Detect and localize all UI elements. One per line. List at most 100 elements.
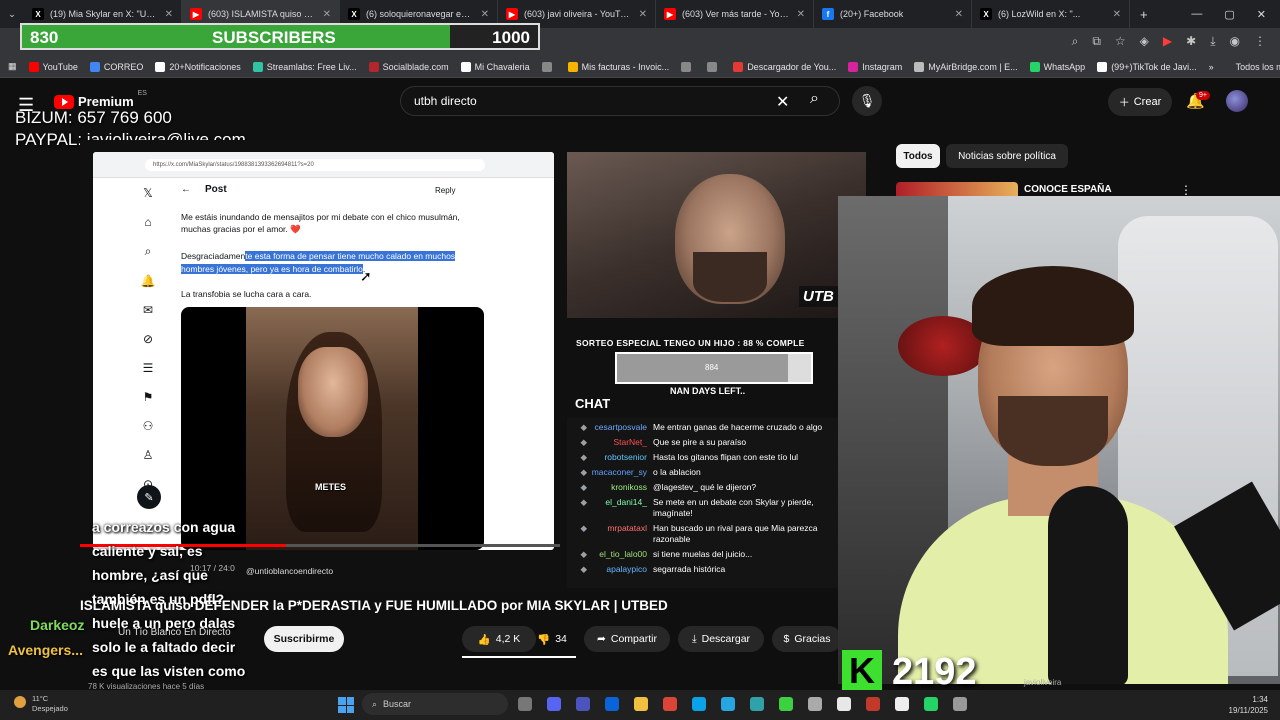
puzzle-icon[interactable]: ✱ <box>1186 34 1196 49</box>
x-icon: X <box>980 8 992 20</box>
like-button[interactable]: 👍 4,2 K <box>462 626 536 652</box>
bookmark-item[interactable] <box>541 61 556 72</box>
download-button[interactable]: ⤓ Descargar <box>678 626 764 652</box>
close-tab-icon[interactable]: ✕ <box>1113 9 1121 20</box>
discord-icon[interactable] <box>547 697 561 711</box>
channel-name[interactable]: Un Tío Blanco En Directo <box>118 627 231 638</box>
bookmarks-overflow[interactable]: » <box>1209 62 1224 72</box>
all-bookmarks[interactable]: Todos los marcadores <box>1236 62 1280 72</box>
telegram-icon[interactable] <box>721 697 735 711</box>
browser-tab[interactable]: X (6) LozWild en X: "... ✕ <box>972 0 1130 28</box>
search-input-value[interactable]: utbh directo <box>414 94 477 108</box>
bookmark-item[interactable]: Streamlabs: Free Liv... <box>252 61 357 72</box>
search-icon[interactable]: ⌕ <box>810 90 819 108</box>
obs-icon[interactable] <box>895 697 909 711</box>
browser-tab[interactable]: f (20+) Facebook ✕ <box>814 0 972 28</box>
search-icon: ⌕ <box>372 698 378 709</box>
streamlabs-icon[interactable] <box>779 697 793 711</box>
bookmark-item[interactable]: Descargador de You... <box>733 61 836 72</box>
dislike-button[interactable]: 👎 34 <box>528 626 576 652</box>
close-tab-icon[interactable]: ✕ <box>955 9 963 20</box>
snip-icon[interactable] <box>953 697 967 711</box>
dislike-count: 34 <box>555 633 567 645</box>
tab-title: (603) javi oliveira - YouTube <box>524 9 633 19</box>
minimize-icon[interactable]: — <box>1191 8 1202 21</box>
bookmark-item[interactable] <box>681 61 695 72</box>
profile-icon[interactable]: ◉ <box>1230 34 1240 49</box>
side-video-title[interactable]: CONOCE ESPAÑA <box>1024 184 1112 195</box>
edge-icon[interactable] <box>692 697 706 711</box>
chip-politics-news[interactable]: Noticias sobre política <box>946 144 1068 168</box>
chat-text: Que se pire a su paraíso <box>653 437 747 447</box>
bookmark-label: Socialblade.com <box>382 61 449 72</box>
chat-username: el_tio_lalo00 <box>599 549 647 559</box>
sorteo-value: 884 <box>705 363 719 372</box>
close-tab-icon[interactable]: ✕ <box>797 9 805 20</box>
subscribe-button[interactable]: Suscribirme <box>264 626 344 652</box>
screenshot-icon[interactable]: ⧉ <box>1092 34 1101 49</box>
chip-all[interactable]: Todos <box>896 144 940 168</box>
brave-icon[interactable] <box>866 697 880 711</box>
notifications-icon: 🔔 <box>140 274 156 288</box>
share-button[interactable]: ➦ Compartir <box>584 626 670 652</box>
download-icon[interactable]: ⤓ <box>1210 34 1215 49</box>
chat-message: ◆ cesartposvale Me entran ganas de hacerme… <box>567 422 839 433</box>
microphone <box>1048 486 1128 684</box>
bookmark-item[interactable] <box>707 61 721 72</box>
steam-icon[interactable] <box>808 697 822 711</box>
bookmark-item[interactable]: (99+)TikTok de Javi... <box>1097 61 1197 72</box>
browser-icon[interactable] <box>750 697 764 711</box>
back-arrow-icon: ← <box>181 184 191 195</box>
outlook-icon[interactable] <box>605 697 619 711</box>
zoom-icon[interactable]: ⌕ <box>1072 34 1079 49</box>
clear-search-icon[interactable]: ✕ <box>776 92 789 112</box>
tab-search-icon[interactable]: ⌄ <box>0 9 24 20</box>
new-tab-button[interactable]: + <box>1130 7 1158 22</box>
weather-widget[interactable]: 11°C Despejado <box>32 694 68 714</box>
bookmark-item[interactable]: CORREO <box>89 61 143 72</box>
maximize-icon[interactable]: ▢ <box>1224 8 1234 21</box>
whatsapp-icon[interactable] <box>924 697 938 711</box>
bookmark-item[interactable]: Mis facturas - Invoic... <box>567 61 670 72</box>
close-tab-icon[interactable]: ✕ <box>481 9 489 20</box>
chat-badge-icon: ◆ <box>580 549 587 559</box>
extension-icon[interactable]: ◈ <box>1140 34 1149 49</box>
video-subtitle: METES <box>315 482 347 492</box>
thanks-button[interactable]: $ Gracias <box>772 626 842 652</box>
close-tab-icon[interactable]: ✕ <box>323 9 331 20</box>
bookmark-item[interactable]: MyAirBridge.com | E... <box>914 61 1018 72</box>
apps-icon[interactable]: ▦ <box>8 61 17 72</box>
more-options-icon[interactable]: ⋮ <box>1180 183 1192 197</box>
weather-desc: Despejado <box>32 704 68 713</box>
teams-icon[interactable] <box>576 697 590 711</box>
close-tab-icon[interactable]: ✕ <box>165 9 173 20</box>
menu-icon[interactable]: ⋮ <box>1254 34 1266 49</box>
youtube-icon: ▶ <box>664 8 676 20</box>
taskbar-search[interactable]: ⌕ Buscar <box>362 693 508 715</box>
app-icon[interactable] <box>837 697 851 711</box>
youtube-premium-logo[interactable]: Premium ES <box>54 90 147 109</box>
bookmark-item[interactable]: YouTube <box>28 61 78 72</box>
close-icon[interactable]: ✕ <box>1257 8 1266 21</box>
bookmark-item[interactable]: Instagram <box>848 61 902 72</box>
file-explorer-icon[interactable] <box>634 697 648 711</box>
bookmark-icon <box>28 61 39 72</box>
chrome-icon[interactable] <box>663 697 677 711</box>
youtube-ext-icon[interactable]: ▶ <box>1163 34 1172 49</box>
voice-search-button[interactable]: 🎙 <box>852 86 882 116</box>
windows-start-icon[interactable] <box>338 697 354 713</box>
bookmark-item[interactable]: WhatsApp <box>1029 61 1085 72</box>
create-button[interactable]: ＋ Crear <box>1108 88 1172 116</box>
browser-tab[interactable]: ▶ (603) Ver más tarde - YouTube ✕ <box>656 0 814 28</box>
caption-line: a correazos con agua <box>92 519 236 535</box>
bookmark-item[interactable]: Socialblade.com <box>368 61 449 72</box>
subscriber-current: 830 <box>30 28 59 47</box>
bookmark-item[interactable]: 20+Notificaciones <box>155 61 241 72</box>
bookmark-label: Mis facturas - Invoic... <box>581 61 670 72</box>
close-tab-icon[interactable]: ✕ <box>639 9 647 20</box>
bookmark-item[interactable]: Mi Chavaleria <box>460 61 530 72</box>
avatar[interactable] <box>1226 90 1248 112</box>
system-clock[interactable]: 1:34 19/11/2025 <box>1222 694 1268 716</box>
task-view-icon[interactable] <box>518 697 532 711</box>
star-icon[interactable]: ☆ <box>1115 34 1126 49</box>
